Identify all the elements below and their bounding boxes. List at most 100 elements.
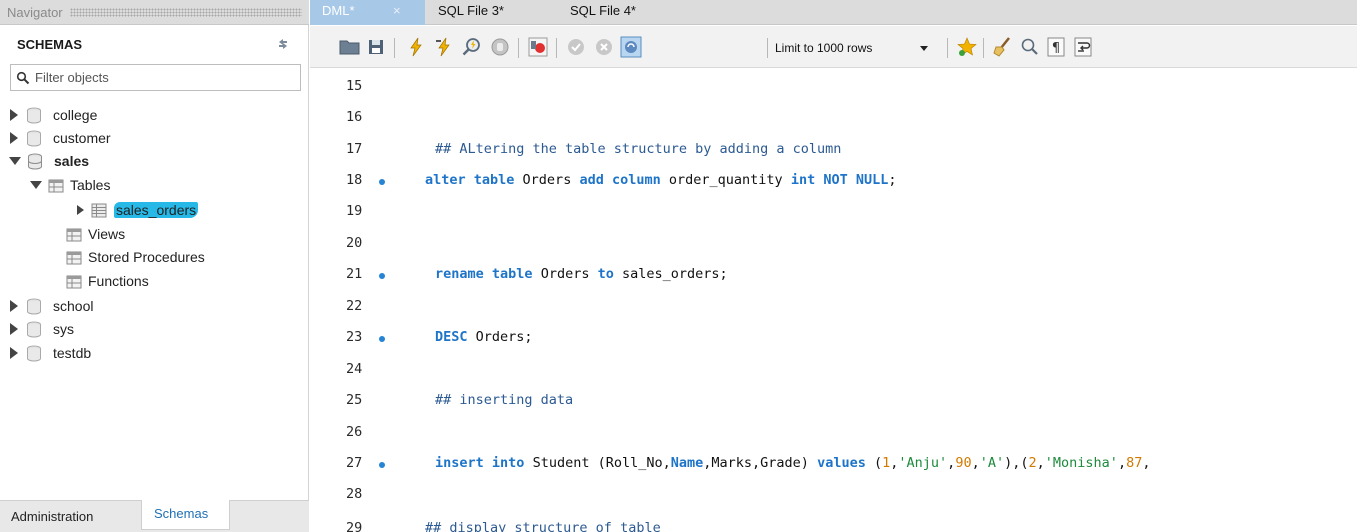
- expand-arrow-icon[interactable]: [10, 347, 18, 359]
- expand-arrow-icon[interactable]: [10, 323, 18, 335]
- folder-functions[interactable]: Functions: [66, 270, 149, 292]
- toolbar-separator: [947, 38, 948, 58]
- open-folder-icon[interactable]: [338, 35, 362, 59]
- toolbar-separator: [767, 38, 768, 58]
- line-number: 17: [346, 141, 363, 157]
- line-number: 29: [346, 520, 363, 532]
- procedures-folder-icon: [66, 251, 82, 264]
- limit-rows-value: Limit to 1000 rows: [775, 41, 873, 55]
- sql-statement: insert into Student (Roll_No,Name,Marks,…: [435, 455, 1151, 471]
- navigator-header: Navigator: [0, 0, 309, 25]
- statement-marker-icon: [379, 336, 385, 342]
- chevron-down-icon: [920, 46, 928, 51]
- collapse-arrow-icon[interactable]: [9, 157, 21, 165]
- schema-sys[interactable]: sys: [10, 318, 74, 340]
- database-icon: [27, 321, 41, 337]
- folder-views[interactable]: Views: [66, 223, 125, 245]
- sql-statement: DESC Orders;: [435, 329, 533, 345]
- tab-dml[interactable]: DML* ×: [310, 0, 425, 25]
- beautify-broom-icon[interactable]: [991, 35, 1015, 59]
- tree-label: Tables: [70, 177, 111, 193]
- tab-label: DML*: [322, 3, 355, 18]
- code-line: 21 rename table Orders to sales_orders;: [310, 266, 1357, 286]
- stop-hand-icon[interactable]: [488, 35, 512, 59]
- explain-magnifier-icon[interactable]: [460, 35, 484, 59]
- code-line: 25 ## inserting data: [310, 392, 1357, 412]
- sql-statement: rename table Orders to sales_orders;: [435, 266, 728, 282]
- database-icon: [27, 107, 41, 123]
- statement-marker-icon: [379, 462, 385, 468]
- functions-folder-icon: [66, 275, 82, 288]
- navigator-title: Navigator: [7, 5, 63, 20]
- tab-sql-file-3[interactable]: SQL File 3*: [438, 0, 504, 25]
- sql-code-editor[interactable]: 15 16 17 ## ALtering the table structure…: [310, 69, 1357, 532]
- folder-stored-procedures[interactable]: Stored Procedures: [66, 246, 205, 268]
- invisible-chars-pilcrow-icon[interactable]: ¶: [1044, 35, 1068, 59]
- execute-current-icon[interactable]: [432, 35, 456, 59]
- line-number: 15: [346, 78, 363, 94]
- schema-school[interactable]: school: [10, 295, 93, 317]
- tree-label: customer: [53, 130, 111, 146]
- sql-toolbar: Limit to 1000 rows ¶: [310, 26, 1357, 68]
- tab-label: SQL File 4*: [570, 3, 636, 18]
- limit-rows-select[interactable]: Limit to 1000 rows: [775, 37, 931, 59]
- line-number: 28: [346, 486, 363, 502]
- expand-arrow-icon[interactable]: [77, 205, 84, 215]
- expand-arrow-icon[interactable]: [10, 300, 18, 312]
- add-snippet-star-icon[interactable]: [955, 35, 979, 59]
- database-icon: [27, 298, 41, 314]
- code-line: 16: [310, 109, 1357, 129]
- tab-sql-file-4[interactable]: SQL File 4*: [570, 0, 636, 25]
- expand-arrow-icon[interactable]: [10, 109, 18, 121]
- code-line: 26: [310, 424, 1357, 444]
- line-number: 16: [346, 109, 363, 125]
- close-tab-icon[interactable]: ×: [393, 0, 401, 22]
- toolbar-separator: [394, 38, 395, 58]
- schema-customer[interactable]: customer: [10, 127, 111, 149]
- sql-comment: ## inserting data: [435, 392, 574, 408]
- line-number: 21: [346, 266, 363, 282]
- filter-objects-input[interactable]: [35, 68, 297, 87]
- code-line: 15: [310, 78, 1357, 98]
- code-line: 19: [310, 203, 1357, 223]
- code-line: 27 insert into Student (Roll_No,Name,Mar…: [310, 455, 1357, 475]
- execute-lightning-icon[interactable]: [404, 35, 428, 59]
- tree-label: Functions: [88, 273, 149, 289]
- line-number: 22: [346, 298, 363, 314]
- toolbar-separator: [983, 38, 984, 58]
- table-sales-orders[interactable]: sales_orders: [77, 199, 199, 221]
- code-line: 20: [310, 235, 1357, 255]
- commit-icon[interactable]: [564, 35, 588, 59]
- line-number: 25: [346, 392, 363, 408]
- tab-administration[interactable]: Administration: [11, 506, 93, 528]
- line-number: 27: [346, 455, 363, 471]
- navigator-panel: Navigator SCHEMAS college customer sales…: [0, 0, 309, 532]
- table-icon: [91, 203, 107, 217]
- expand-arrow-icon[interactable]: [10, 132, 18, 144]
- database-icon: [28, 153, 42, 169]
- sql-comment: ## display structure of table: [425, 520, 661, 532]
- filter-objects-box[interactable]: [10, 64, 301, 91]
- schema-college[interactable]: college: [10, 104, 97, 126]
- statement-marker-icon: [379, 179, 385, 185]
- panel-grip[interactable]: [70, 8, 302, 17]
- word-wrap-icon[interactable]: [1071, 35, 1095, 59]
- schema-sales[interactable]: sales: [9, 150, 89, 172]
- find-magnifier-icon[interactable]: [1017, 35, 1041, 59]
- tree-label: college: [53, 107, 98, 123]
- folder-tables[interactable]: Tables: [30, 174, 110, 196]
- autocommit-toggle-icon[interactable]: [619, 35, 643, 59]
- database-icon: [27, 345, 41, 361]
- line-number: 23: [346, 329, 363, 345]
- save-icon[interactable]: [364, 35, 388, 59]
- tree-label: testdb: [53, 345, 92, 361]
- schema-testdb[interactable]: testdb: [10, 342, 91, 364]
- toggle-error-stop-icon[interactable]: [526, 35, 550, 59]
- database-icon: [27, 130, 41, 146]
- rollback-icon[interactable]: [592, 35, 616, 59]
- refresh-icon[interactable]: [276, 37, 290, 51]
- tab-schemas[interactable]: Schemas: [141, 500, 230, 530]
- collapse-arrow-icon[interactable]: [30, 181, 42, 189]
- navigator-bottom-tabs: Administration Schemas: [0, 500, 309, 532]
- sql-statement: alter table Orders add column order_quan…: [425, 172, 897, 188]
